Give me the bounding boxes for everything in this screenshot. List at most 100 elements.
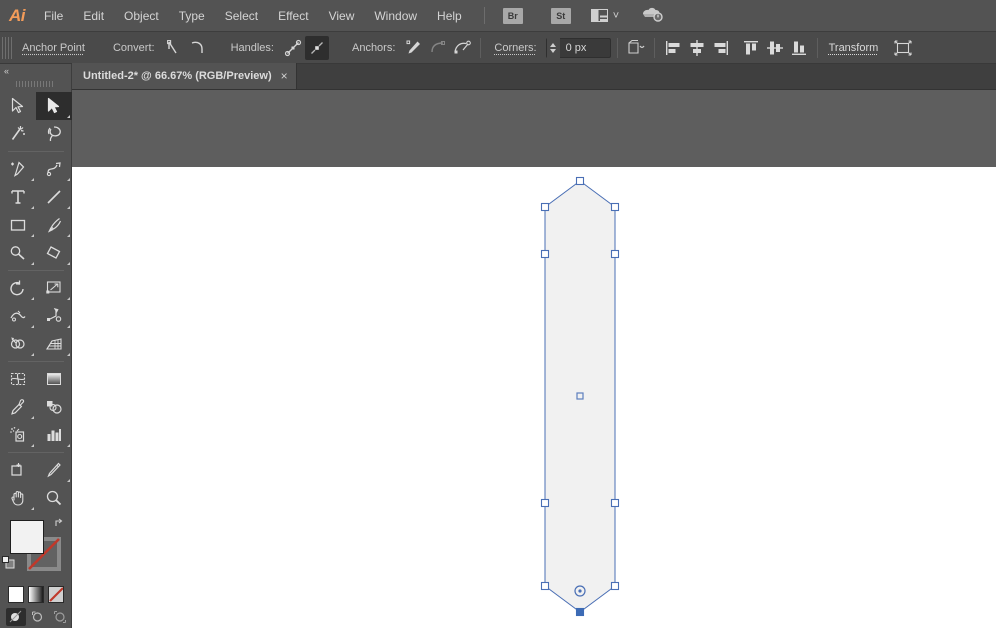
tool-pen[interactable] <box>0 155 36 183</box>
gradient-mode-button[interactable] <box>28 586 44 603</box>
menu-window[interactable]: Window <box>364 0 427 32</box>
tool-more-indicator <box>31 416 34 419</box>
shoulder-left-anchor[interactable] <box>540 202 550 212</box>
stepper-down-icon[interactable] <box>550 48 557 53</box>
tools-panel-grip[interactable] <box>16 79 55 89</box>
menu-edit[interactable]: Edit <box>73 0 114 32</box>
tool-artboard[interactable] <box>0 456 36 484</box>
align-left-button[interactable] <box>661 36 685 60</box>
control-bar-grip[interactable] <box>2 36 12 59</box>
stock-button[interactable]: St <box>550 7 571 24</box>
menu-file[interactable]: File <box>34 0 73 32</box>
tool-hand[interactable] <box>0 484 36 512</box>
menu-view[interactable]: View <box>319 0 365 32</box>
menu-type[interactable]: Type <box>169 0 215 32</box>
tool-width[interactable] <box>0 302 36 330</box>
pentagon-banner-path[interactable] <box>544 180 616 613</box>
canvas-area[interactable] <box>72 90 996 628</box>
cut-path-at-anchor-button[interactable] <box>450 36 474 60</box>
left-lower-mid-anchor[interactable] <box>540 498 550 508</box>
draw-normal-button[interactable] <box>6 608 26 626</box>
tool-eraser[interactable] <box>36 239 72 267</box>
tool-line-segment[interactable] <box>36 183 72 211</box>
apex-anchor[interactable] <box>575 176 585 186</box>
hide-handles-button[interactable] <box>304 35 329 60</box>
eraser-tool-icon <box>46 246 61 259</box>
draw-behind-button[interactable] <box>28 608 48 626</box>
menu-divider <box>483 7 485 24</box>
right-lower-mid-anchor[interactable] <box>610 498 620 508</box>
tool-free-transform[interactable] <box>36 302 72 330</box>
tool-type[interactable] <box>0 183 36 211</box>
tool-perspective-grid[interactable] <box>36 330 72 358</box>
tool-paintbrush[interactable] <box>36 211 72 239</box>
tool-rotate[interactable] <box>0 274 36 302</box>
bottom-right-anchor[interactable] <box>610 581 620 591</box>
isolate-selected-object-button[interactable] <box>624 36 648 60</box>
collapse-panel-icon[interactable]: « <box>4 66 9 76</box>
corners-field[interactable] <box>545 37 611 58</box>
bottom-vertex-anchor[interactable] <box>575 607 585 617</box>
tool-magic-wand[interactable] <box>0 120 36 148</box>
tool-shape-builder[interactable] <box>0 330 36 358</box>
tool-curvature[interactable] <box>36 155 72 183</box>
tool-more-indicator <box>31 234 34 237</box>
align-top-button[interactable] <box>739 36 763 60</box>
tool-zoom[interactable] <box>36 484 72 512</box>
align-right-button[interactable] <box>709 36 733 60</box>
transform-link[interactable]: Transform <box>824 40 884 56</box>
corners-stepper[interactable] <box>546 37 560 58</box>
show-handles-button[interactable] <box>281 36 305 60</box>
tool-shaper[interactable] <box>0 239 36 267</box>
tool-direct-selection[interactable] <box>36 92 72 120</box>
tool-more-indicator <box>31 507 34 510</box>
selected-path-group[interactable] <box>540 176 620 617</box>
tool-gradient[interactable] <box>36 365 72 393</box>
shoulder-right-anchor[interactable] <box>610 202 620 212</box>
tool-rectangle[interactable] <box>0 211 36 239</box>
stepper-up-icon[interactable] <box>550 42 557 47</box>
tools-grid <box>0 92 72 512</box>
free-transform-button[interactable] <box>891 36 915 60</box>
color-mode-button[interactable] <box>8 586 24 603</box>
bridge-button[interactable]: Br <box>502 7 523 24</box>
menu-select[interactable]: Select <box>215 0 268 32</box>
tool-eyedropper[interactable] <box>0 393 36 421</box>
tool-mesh[interactable] <box>0 365 36 393</box>
align-top-icon <box>743 40 758 54</box>
swap-fill-stroke-button[interactable] <box>54 516 66 528</box>
draw-inside-button[interactable] <box>50 608 70 626</box>
close-icon[interactable]: × <box>281 70 288 82</box>
tool-blend[interactable] <box>36 393 72 421</box>
tool-lasso[interactable] <box>36 120 72 148</box>
document-tab[interactable]: Untitled-2* @ 66.67% (RGB/Preview) × <box>72 63 297 89</box>
tools-panel-header[interactable]: « <box>0 64 71 78</box>
align-horizontal-center-button[interactable] <box>685 36 709 60</box>
menu-help[interactable]: Help <box>427 0 472 32</box>
tool-symbol-sprayer[interactable] <box>0 421 36 449</box>
none-mode-button[interactable] <box>48 586 64 603</box>
artboard-tool-icon <box>11 463 22 476</box>
menu-object[interactable]: Object <box>114 0 169 32</box>
remove-anchor-button[interactable] <box>402 36 426 60</box>
default-fill-stroke-button[interactable] <box>2 556 15 569</box>
fill-swatch[interactable] <box>10 520 44 554</box>
align-bottom-button[interactable] <box>787 36 811 60</box>
connect-anchors-button[interactable] <box>426 36 450 60</box>
cloud-sync-button[interactable] <box>641 5 663 27</box>
align-vertical-center-button[interactable] <box>763 36 787 60</box>
bottom-left-anchor[interactable] <box>540 581 550 591</box>
corners-input[interactable] <box>559 38 610 57</box>
tool-selection[interactable] <box>0 92 36 120</box>
tool-column-graph[interactable] <box>36 421 72 449</box>
tool-scale[interactable] <box>36 274 72 302</box>
convert-to-smooth-button[interactable] <box>186 36 210 60</box>
convert-to-corner-button[interactable] <box>162 36 186 60</box>
workspace-switcher[interactable]: ˅ <box>590 9 619 22</box>
fill-stroke-controls <box>0 516 72 582</box>
left-upper-mid-anchor[interactable] <box>540 249 550 259</box>
blend-tool-icon <box>47 401 62 414</box>
right-upper-mid-anchor[interactable] <box>610 249 620 259</box>
menu-effect[interactable]: Effect <box>268 0 318 32</box>
tool-slice[interactable] <box>36 456 72 484</box>
